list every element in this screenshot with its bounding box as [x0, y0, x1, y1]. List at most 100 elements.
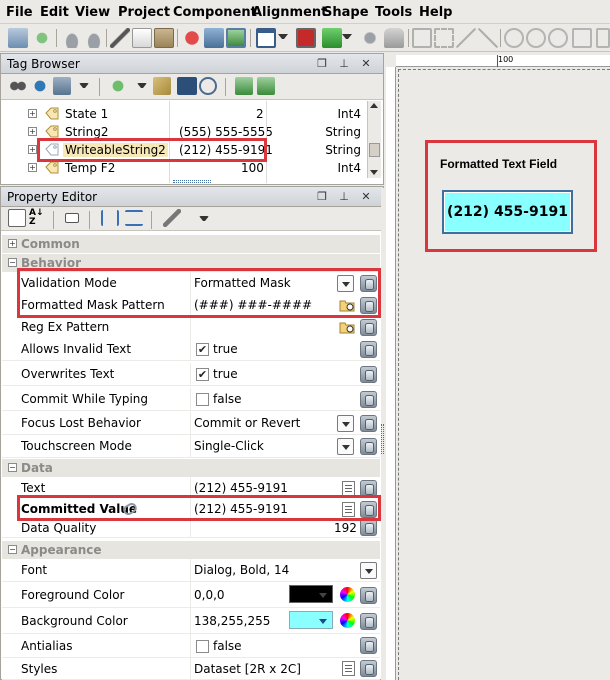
checkbox-checked[interactable]: ✔ [196, 368, 209, 381]
prop-commit-while-typing[interactable]: Commit While Typing false [2, 388, 380, 411]
edit-icon[interactable] [342, 502, 355, 517]
chevron-down-icon[interactable] [337, 438, 354, 455]
description-icon[interactable] [65, 213, 79, 223]
lock-icon[interactable] [384, 28, 404, 48]
expand-icon[interactable]: + [8, 239, 17, 248]
prop-overwrites-text[interactable]: Overwrites Text ✔ true [2, 363, 380, 386]
prop-allows-invalid-text[interactable]: Allows Invalid Text ✔ true [2, 338, 380, 361]
binding-icon[interactable] [360, 275, 377, 292]
add-tag-icon[interactable] [109, 77, 127, 95]
gear-icon[interactable] [360, 28, 380, 48]
cut-icon[interactable] [110, 28, 130, 48]
group-icon[interactable] [412, 28, 432, 48]
category-data[interactable]: − Data [2, 459, 380, 477]
prop-value[interactable]: Formatted Mask [194, 276, 291, 290]
chevron-down-icon[interactable] [337, 275, 354, 292]
prop-value[interactable]: (###) ###-#### [194, 298, 312, 312]
import-icon[interactable] [235, 77, 253, 95]
binoculars-icon[interactable] [9, 77, 27, 95]
prop-formatted-mask-pattern[interactable]: Formatted Mask Pattern (###) ###-#### [2, 294, 380, 317]
prop-value[interactable]: (212) 455-9191 [194, 502, 288, 516]
restore-icon[interactable]: ❐ [315, 190, 329, 204]
restore-icon[interactable]: ❐ [315, 57, 329, 71]
prop-value[interactable]: 192 [334, 521, 357, 535]
design-area[interactable]: Formatted Text Field (212) 455-9191 [398, 69, 610, 680]
tag-browser-scrollbar[interactable] [367, 101, 381, 178]
category-behavior[interactable]: − Behavior [2, 254, 380, 272]
opc-icon[interactable] [177, 77, 197, 95]
collapse-all-icon[interactable] [125, 210, 143, 226]
formatted-text-field[interactable]: (212) 455-9191 [442, 190, 573, 234]
expand-icon[interactable]: + [28, 145, 37, 154]
binding-icon[interactable] [360, 637, 377, 654]
chevron-down-icon[interactable] [342, 34, 352, 39]
zoom-fit-icon[interactable] [548, 28, 568, 48]
close-icon[interactable]: ✕ [359, 57, 373, 71]
menu-alignment[interactable]: Alignment [252, 5, 327, 20]
category-appearance[interactable]: − Appearance [2, 541, 380, 559]
prop-background-color[interactable]: Background Color 138,255,255 [2, 608, 380, 634]
window-icon[interactable] [256, 28, 276, 48]
binding-icon[interactable] [360, 415, 377, 432]
binding-icon[interactable] [360, 366, 377, 383]
prop-validation-mode[interactable]: Validation Mode Formatted Mask [2, 272, 380, 295]
prop-styles[interactable]: Styles Dataset [2R x 2C] [2, 658, 380, 680]
menu-file[interactable]: File [6, 5, 33, 20]
ungroup-icon[interactable] [434, 28, 454, 48]
preview-icon[interactable] [226, 28, 246, 48]
export-icon[interactable] [257, 77, 275, 95]
prop-touchscreen-mode[interactable]: Touchscreen Mode Single-Click [2, 435, 380, 458]
collapse-icon[interactable]: − [8, 258, 17, 267]
chevron-down-icon[interactable] [199, 216, 209, 221]
prop-value[interactable]: (212) 455-9191 [194, 481, 288, 495]
chevron-down-icon[interactable] [79, 83, 89, 88]
edit-icon[interactable] [342, 481, 355, 496]
binding-icon[interactable] [360, 501, 377, 518]
menu-view[interactable]: View [75, 5, 110, 20]
clock-icon[interactable] [199, 77, 217, 95]
prop-foreground-color[interactable]: Foreground Color 0,0,0 [2, 582, 380, 608]
binding-icon[interactable] [360, 319, 377, 336]
align-icon[interactable] [456, 28, 476, 48]
binding-icon[interactable] [360, 587, 377, 604]
menu-tools[interactable]: Tools [375, 5, 412, 20]
binding-icon[interactable] [360, 613, 377, 630]
menu-shape[interactable]: Shape [323, 5, 369, 20]
chevron-down-icon[interactable] [137, 83, 147, 88]
tree-row[interactable]: + Temp F2 100 Int4 [1, 159, 363, 177]
dataset-edit-icon[interactable] [342, 661, 355, 676]
color-swatch[interactable] [289, 585, 333, 603]
pin-icon[interactable]: ⊥ [337, 57, 351, 71]
zoom-window-icon[interactable] [596, 28, 610, 48]
folder-search-icon[interactable] [339, 320, 356, 334]
prop-value[interactable]: 138,255,255 [194, 614, 270, 628]
distribute-icon[interactable] [478, 28, 498, 48]
category-common[interactable]: + Common [2, 235, 380, 253]
checkbox-checked[interactable]: ✔ [196, 343, 209, 356]
prop-antialias[interactable]: Antialias false [2, 634, 380, 658]
binding-icon[interactable] [360, 519, 377, 536]
property-editor-scrollbar[interactable] [381, 188, 384, 680]
categorize-icon[interactable] [8, 209, 26, 227]
menu-component[interactable]: Component [173, 5, 257, 20]
prop-focus-lost-behavior[interactable]: Focus Lost Behavior Commit or Revert [2, 412, 380, 435]
close-icon[interactable]: ✕ [359, 190, 373, 204]
sync-icon[interactable] [31, 77, 49, 95]
prop-value[interactable]: Single-Click [194, 439, 264, 453]
connect-icon[interactable] [204, 28, 224, 48]
refresh-icon[interactable] [32, 28, 52, 48]
collapse-icon[interactable]: − [8, 545, 17, 554]
stop-icon[interactable] [296, 28, 316, 48]
checkbox-unchecked[interactable] [196, 393, 209, 406]
menu-project[interactable]: Project [118, 5, 170, 20]
tree-row[interactable]: + State 1 2 Int4 [1, 105, 363, 123]
checkbox-unchecked[interactable] [196, 640, 209, 653]
color-wheel-icon[interactable] [340, 613, 355, 628]
menu-edit[interactable]: Edit [40, 5, 69, 20]
chevron-down-icon[interactable] [360, 562, 377, 579]
folder-search-icon[interactable] [339, 298, 356, 312]
color-swatch[interactable] [289, 611, 333, 629]
redo-icon[interactable] [84, 28, 104, 48]
menu-help[interactable]: Help [419, 5, 452, 20]
pin-icon[interactable]: ⊥ [337, 190, 351, 204]
